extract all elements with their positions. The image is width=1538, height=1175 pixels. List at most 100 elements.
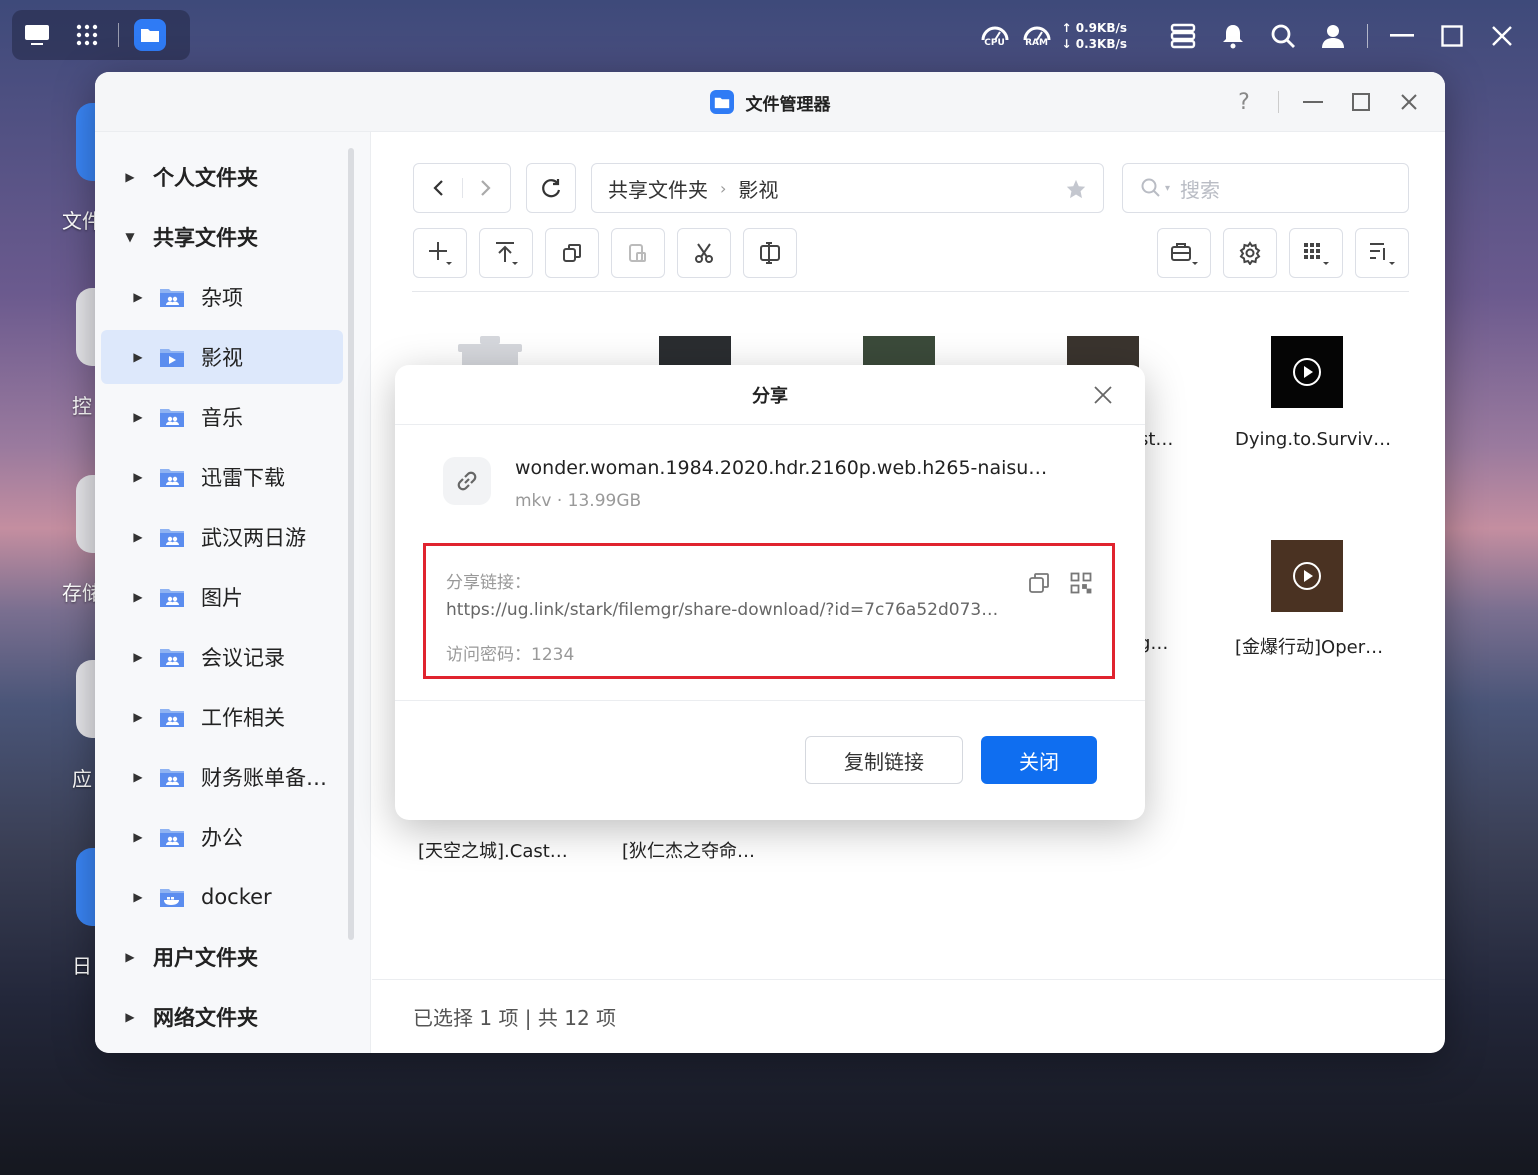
desktop-close-button[interactable]: [1486, 20, 1518, 52]
window-title-text: 文件管理器: [745, 94, 831, 115]
caret-right-icon[interactable]: ▶: [123, 170, 137, 184]
caret-down-icon[interactable]: ▼: [123, 230, 137, 244]
dialog-header: 分享: [395, 365, 1145, 425]
search-field[interactable]: ▾ 搜索: [1123, 174, 1220, 203]
caret-right-icon[interactable]: ▶: [131, 350, 145, 364]
file-name[interactable]: Dying.to.Surviv…: [1235, 429, 1391, 450]
caret-right-icon[interactable]: ▶: [123, 1010, 137, 1024]
caret-right-icon[interactable]: ▶: [131, 770, 145, 784]
grid-view-icon: [1304, 243, 1329, 265]
paste-button[interactable]: [611, 228, 665, 278]
minimize-button[interactable]: [1299, 86, 1327, 118]
sidebar-item-shared[interactable]: ▼ 共享文件夹: [101, 210, 343, 264]
sidebar-item-network[interactable]: ▶ 网络文件夹: [101, 990, 343, 1044]
play-icon: [1293, 358, 1321, 386]
caret-right-icon[interactable]: ▶: [131, 470, 145, 484]
play-icon: [1293, 562, 1321, 590]
sidebar-item-label: 共享文件夹: [153, 226, 258, 250]
copy-icon[interactable]: [1028, 572, 1050, 594]
search-button[interactable]: [1267, 20, 1299, 52]
docker-folder-icon: [160, 889, 184, 907]
show-desktop-button[interactable]: [12, 10, 62, 60]
caret-right-icon[interactable]: ▶: [131, 830, 145, 844]
window-titlebar[interactable]: 文件管理器 ?: [95, 72, 1445, 132]
refresh-button[interactable]: [526, 163, 576, 213]
star-icon[interactable]: [1065, 178, 1087, 200]
search-box[interactable]: ▾ 搜索: [1122, 163, 1409, 213]
sidebar-folder-music[interactable]: ▶ 音乐: [101, 390, 343, 444]
video-thumbnail[interactable]: [1271, 540, 1343, 612]
settings-button[interactable]: [1223, 228, 1277, 278]
back-button[interactable]: [414, 164, 462, 212]
path-bar[interactable]: 共享文件夹 › 影视: [591, 163, 1104, 213]
file-name[interactable]: [天空之城].Cast…: [418, 837, 568, 863]
sidebar-item-user[interactable]: ▶ 用户文件夹: [101, 930, 343, 984]
paste-icon: [629, 244, 646, 262]
close-dialog-button[interactable]: 关闭: [981, 736, 1097, 784]
notifications-button[interactable]: [1217, 20, 1249, 52]
file-name[interactable]: [狄仁杰之夺命…: [622, 837, 755, 863]
maximize-button[interactable]: [1347, 86, 1375, 118]
network-speed[interactable]: ↑ 0.9KB/s ↓ 0.3KB/s: [1062, 20, 1127, 52]
sidebar-folder-pictures[interactable]: ▶ 图片: [101, 570, 343, 624]
selection-status: 已选择 1 项 | 共 12 项: [413, 1006, 617, 1030]
desktop-minimize-button[interactable]: [1386, 20, 1418, 52]
sidebar-item-label: 图片: [201, 586, 243, 610]
rename-button[interactable]: [743, 228, 797, 278]
search-dropdown-icon[interactable]: ▾: [1165, 183, 1170, 194]
folder-app-icon: [134, 19, 166, 51]
sidebar-folder-docker[interactable]: ▶ docker: [101, 870, 343, 924]
qr-code-icon[interactable]: [1070, 572, 1092, 594]
sidebar-scrollbar[interactable]: [348, 148, 354, 940]
shared-file-meta: mkv · 13.99GB: [515, 491, 642, 511]
cut-button[interactable]: [677, 228, 731, 278]
app-launcher-button[interactable]: [62, 10, 112, 60]
status-bar: 已选择 1 项 | 共 12 项: [372, 979, 1445, 1053]
new-button[interactable]: [413, 228, 467, 278]
tray-divider: [1367, 24, 1368, 48]
sidebar-item-label: docker: [201, 885, 272, 909]
sidebar-folder-thunder[interactable]: ▶ 迅雷下载: [101, 450, 343, 504]
upload-button[interactable]: [479, 228, 533, 278]
toolbox-button[interactable]: [1157, 228, 1211, 278]
taskbar-file-manager[interactable]: [125, 10, 175, 60]
desktop-maximize-button[interactable]: [1436, 20, 1468, 52]
view-mode-button[interactable]: [1289, 228, 1343, 278]
sidebar-item-label: 会议记录: [201, 646, 285, 670]
close-icon[interactable]: [1091, 383, 1115, 407]
ram-monitor[interactable]: RAM: [1020, 24, 1054, 48]
sidebar-item-personal[interactable]: ▶ 个人文件夹: [101, 150, 343, 204]
trash-icon[interactable]: [456, 336, 524, 368]
task-manager-button[interactable]: [1167, 20, 1199, 52]
caret-right-icon[interactable]: ▶: [131, 650, 145, 664]
sidebar-folder-wuhan[interactable]: ▶ 武汉两日游: [101, 510, 343, 564]
copy-link-button[interactable]: 复制链接: [805, 736, 963, 784]
file-name[interactable]: [金爆行动]Oper…: [1235, 633, 1383, 659]
sidebar-folder-misc[interactable]: ▶ 杂项: [101, 270, 343, 324]
copy-button[interactable]: [545, 228, 599, 278]
video-thumbnail[interactable]: [1271, 336, 1343, 408]
caret-right-icon[interactable]: ▶: [131, 590, 145, 604]
caret-right-icon[interactable]: ▶: [131, 890, 145, 904]
caret-right-icon[interactable]: ▶: [131, 290, 145, 304]
caret-right-icon[interactable]: ▶: [131, 410, 145, 424]
close-button[interactable]: [1395, 86, 1423, 118]
sidebar-folder-office[interactable]: ▶ 办公: [101, 810, 343, 864]
shared-folder-icon: [160, 829, 184, 847]
caret-right-icon[interactable]: ▶: [131, 710, 145, 724]
monitor-icon: [25, 25, 49, 45]
breadcrumb-root[interactable]: 共享文件夹: [608, 174, 708, 203]
share-link-url[interactable]: https://ug.link/stark/filemgr/share-down…: [446, 600, 998, 620]
breadcrumb-current[interactable]: 影视: [738, 174, 778, 203]
help-button[interactable]: ?: [1230, 86, 1258, 118]
sort-button[interactable]: [1355, 228, 1409, 278]
sidebar-folder-meetings[interactable]: ▶ 会议记录: [101, 630, 343, 684]
user-button[interactable]: [1317, 20, 1349, 52]
sidebar-folder-video[interactable]: ▶ 影视: [101, 330, 343, 384]
sidebar-folder-work[interactable]: ▶ 工作相关: [101, 690, 343, 744]
cpu-monitor[interactable]: CPU: [978, 24, 1012, 48]
forward-button[interactable]: [462, 164, 510, 212]
caret-right-icon[interactable]: ▶: [131, 530, 145, 544]
sidebar-folder-finance[interactable]: ▶ 财务账单备…: [101, 750, 343, 804]
caret-right-icon[interactable]: ▶: [123, 950, 137, 964]
